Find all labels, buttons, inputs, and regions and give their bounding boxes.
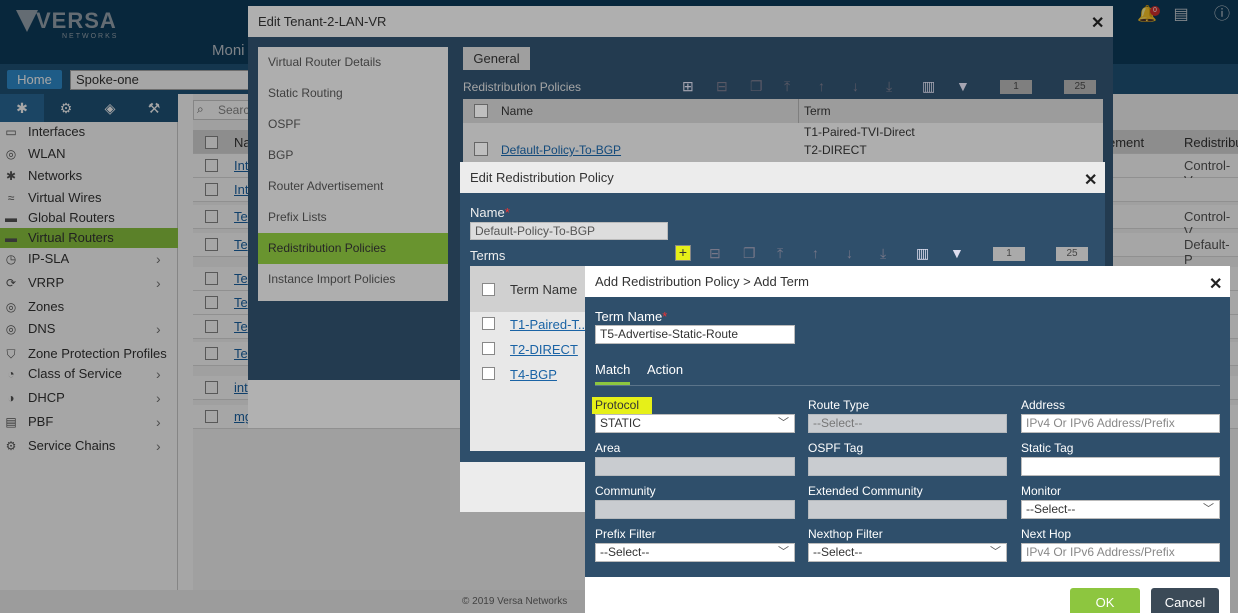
community-label: Community — [595, 484, 656, 498]
route-type-label: Route Type — [808, 398, 870, 412]
term-row-checkbox[interactable] — [482, 342, 495, 355]
close-icon[interactable]: ✕ — [1084, 170, 1097, 190]
tab-action[interactable]: Action — [647, 362, 683, 377]
remove-icon[interactable]: ⊟ — [709, 245, 721, 262]
extended-community-label: Extended Community — [808, 484, 923, 498]
monitor-label: Monitor — [1021, 484, 1062, 498]
redistribution-modal-header: Edit Redistribution Policy — [460, 162, 1105, 193]
ospf-tag-label: OSPF Tag — [808, 441, 864, 455]
add-term-modal-header: Add Redistribution Policy > Add Term — [585, 266, 1230, 297]
chevron-down-icon: ﹀ — [778, 546, 789, 558]
term-name-label-text: Term Name — [595, 309, 663, 324]
move-down-icon[interactable]: ↓ — [846, 245, 853, 261]
static-tag-label: Static Tag — [1021, 441, 1074, 455]
term-row-checkbox[interactable] — [482, 317, 495, 330]
extended-community-field[interactable] — [808, 500, 1007, 519]
name-label-text: Name — [470, 205, 505, 220]
area-field[interactable] — [595, 457, 795, 476]
prefix-filter-select[interactable]: --Select-- ﹀ — [595, 543, 795, 562]
protocol-select-value: STATIC — [600, 416, 641, 430]
filter-icon[interactable]: ▼ — [950, 245, 964, 261]
term-link[interactable]: T4-BGP — [510, 367, 557, 382]
close-icon[interactable]: ✕ — [1209, 274, 1222, 294]
ok-button[interactable]: OK — [1070, 588, 1140, 613]
address-field[interactable]: IPv4 Or IPv6 Address/Prefix — [1021, 414, 1220, 433]
protocol-select[interactable]: STATIC ﹀ — [595, 414, 795, 433]
cancel-button[interactable]: Cancel — [1151, 588, 1219, 613]
tab-match[interactable]: Match — [595, 362, 630, 377]
page-size-input[interactable]: 25 — [1056, 247, 1088, 261]
select-all-checkbox[interactable] — [482, 283, 495, 296]
add-term-modal-title: Add Redistribution Policy > Add Term — [595, 274, 810, 289]
name-label: Name* — [470, 205, 510, 220]
monitor-select-value: --Select-- — [1026, 502, 1076, 516]
prefix-filter-value: --Select-- — [600, 545, 650, 559]
page-number-input[interactable]: 1 — [993, 247, 1025, 261]
ospf-tag-field[interactable] — [808, 457, 1007, 476]
monitor-select[interactable]: --Select-- ﹀ — [1021, 500, 1220, 519]
term-row-checkbox[interactable] — [482, 367, 495, 380]
prefix-filter-label: Prefix Filter — [595, 527, 656, 541]
required-marker: * — [662, 309, 668, 324]
term-name-label: Term Name* — [595, 309, 667, 324]
nexthop-filter-label: Nexthop Filter — [808, 527, 883, 541]
add-term-icon[interactable]: + — [675, 245, 691, 261]
chevron-down-icon: ﹀ — [990, 546, 1001, 558]
copy-icon[interactable]: ❐ — [743, 245, 756, 262]
next-hop-label: Next Hop — [1021, 527, 1072, 541]
move-bottom-icon[interactable]: ⤓ — [880, 245, 886, 262]
route-type-select[interactable]: --Select-- — [808, 414, 1007, 433]
term-name-field[interactable]: T5-Advertise-Static-Route — [595, 325, 795, 344]
column-header-term-name: Term Name — [510, 282, 578, 297]
protocol-label: Protocol — [595, 398, 640, 412]
tab-divider — [595, 385, 1220, 386]
redistribution-modal-title: Edit Redistribution Policy — [470, 170, 614, 185]
terms-label: Terms — [470, 248, 506, 263]
area-label: Area — [595, 441, 621, 455]
nexthop-filter-value: --Select-- — [813, 545, 863, 559]
columns-icon[interactable]: ▥ — [916, 245, 929, 262]
community-field[interactable] — [595, 500, 795, 519]
chevron-down-icon: ﹀ — [778, 417, 789, 429]
term-link[interactable]: T2-DIRECT — [510, 342, 578, 357]
policy-name-field[interactable]: Default-Policy-To-BGP — [470, 222, 668, 240]
static-tag-field[interactable] — [1021, 457, 1220, 476]
nexthop-filter-select[interactable]: --Select-- ﹀ — [808, 543, 1007, 562]
term-link[interactable]: T1-Paired-T... — [510, 317, 589, 332]
address-label: Address — [1021, 398, 1066, 412]
next-hop-field[interactable]: IPv4 Or IPv6 Address/Prefix — [1021, 543, 1220, 562]
move-up-icon[interactable]: ↑ — [812, 245, 819, 261]
chevron-down-icon: ﹀ — [1203, 503, 1214, 515]
move-top-icon[interactable]: ⤒ — [777, 245, 783, 262]
required-marker: * — [504, 205, 510, 220]
